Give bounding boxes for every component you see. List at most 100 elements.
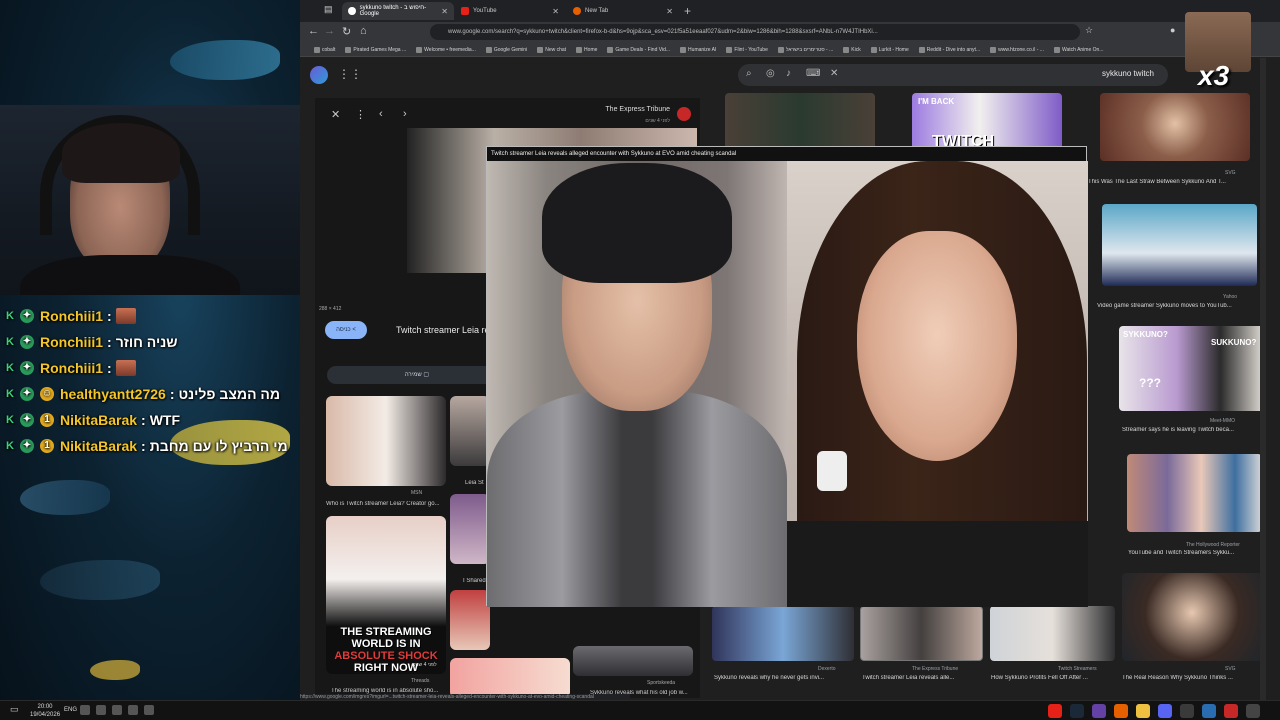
preview-title[interactable]: Twitch streamer Leia re xyxy=(396,325,490,335)
next-image-icon[interactable]: › xyxy=(403,108,407,120)
tab-new-tab[interactable]: New Tab ✕ xyxy=(567,2,679,20)
related-image[interactable] xyxy=(450,658,570,698)
account-avatar[interactable] xyxy=(310,66,328,84)
bookmark-item[interactable]: New chat xyxy=(537,43,566,56)
result-image[interactable] xyxy=(1122,573,1262,661)
related-image[interactable] xyxy=(573,646,693,676)
bookmark-item[interactable]: Google Gemini xyxy=(485,43,527,56)
result-caption[interactable]: This Was The Last Straw Between Sykkuno … xyxy=(1088,179,1263,185)
save-button[interactable]: שמירה ▢ xyxy=(327,366,507,384)
tab-bar: ▤ sykkuno twitch - חיפוש ב-Google ✕ YouT… xyxy=(300,0,1280,22)
clear-search-icon[interactable]: ✕ xyxy=(830,68,838,79)
result-image-selected[interactable] xyxy=(860,606,983,661)
result-image[interactable]: SYKKUNO? SUKKUNO? ??? xyxy=(1119,326,1264,411)
bookmark-item[interactable]: cobalt xyxy=(314,43,335,56)
bookmark-star-icon[interactable]: ☆ xyxy=(1085,25,1093,36)
tab-youtube[interactable]: YouTube ✕ xyxy=(455,2,565,20)
bookmark-item[interactable]: Lurkit - Home xyxy=(870,43,909,56)
back-icon[interactable]: ← xyxy=(308,25,319,37)
related-image[interactable] xyxy=(450,590,490,650)
chat-line: K ✦ ☺ healthyantt2726 : מה המצב פלינט xyxy=(4,381,300,407)
bookmark-item[interactable]: Watch Anime On... xyxy=(1053,43,1103,56)
result-image[interactable] xyxy=(712,606,854,661)
app-icon[interactable] xyxy=(1180,704,1194,718)
related-image[interactable] xyxy=(450,396,490,466)
reload-icon[interactable]: ↻ xyxy=(342,25,351,38)
chat-separator: : xyxy=(141,412,146,428)
result-image[interactable] xyxy=(1127,454,1262,532)
related-image[interactable]: THE STREAMING WORLD IS IN ABSOLUTE SHOCK… xyxy=(326,516,446,674)
close-tab-icon[interactable]: ✕ xyxy=(441,7,448,16)
notifications-icon[interactable]: ▭ xyxy=(10,704,19,715)
youtube-app-icon[interactable] xyxy=(1048,704,1062,718)
result-caption[interactable]: Video game streamer Sykkuno moves to You… xyxy=(1097,303,1262,309)
taskbar-clock[interactable]: 20:00 19/04/2026 xyxy=(30,703,60,719)
network-icon[interactable] xyxy=(80,705,90,715)
app-icon[interactable] xyxy=(1202,704,1216,718)
more-options-icon[interactable]: ⋮ xyxy=(355,108,366,121)
result-image[interactable] xyxy=(990,606,1115,661)
bookmark-item[interactable]: Flint - YouTube xyxy=(726,43,768,56)
search-box[interactable]: ⌕ ◎ ♪ ⌨ ✕ sykkuno twitch xyxy=(738,64,1168,86)
search-icon[interactable]: ⌕ xyxy=(746,68,752,79)
firefox-app-icon[interactable] xyxy=(1114,704,1128,718)
result-image[interactable] xyxy=(1100,93,1250,161)
address-bar[interactable]: www.google.com/search?q=sykkuno+twitch&c… xyxy=(430,24,1080,40)
steam-app-icon[interactable] xyxy=(1070,704,1084,718)
result-image[interactable] xyxy=(1102,204,1257,286)
tab-google-search[interactable]: sykkuno twitch - חיפוש ב-Google ✕ xyxy=(342,2,454,20)
result-source: Yahoo xyxy=(1223,294,1238,300)
bookmark-item[interactable]: Kick xyxy=(843,43,861,56)
twitch-app-icon[interactable] xyxy=(1092,704,1106,718)
language-indicator[interactable]: ENG xyxy=(64,707,77,713)
discord-app-icon[interactable] xyxy=(1158,704,1172,718)
page-scrollbar[interactable] xyxy=(1260,58,1266,700)
bookmark-item[interactable]: Humanize AI xyxy=(680,43,716,56)
result-caption[interactable]: Twitch streamer Leia reveals alle... xyxy=(862,675,982,681)
lens-icon[interactable]: ◎ xyxy=(766,68,775,79)
thumb-time: לפני 4 שנים xyxy=(412,662,437,668)
home-icon[interactable]: ⌂ xyxy=(360,25,367,37)
bookmark-item[interactable]: Welcome • freemedia... xyxy=(416,43,476,56)
bookmark-item[interactable]: www.htzone.co.il - ... xyxy=(990,43,1044,56)
bookmark-item[interactable]: Reddit - Dive into anyt... xyxy=(918,43,980,56)
mic-icon[interactable]: ♪ xyxy=(786,68,791,79)
chat-username: healthyantt2726 xyxy=(60,386,166,402)
app-icon[interactable] xyxy=(1246,704,1260,718)
close-preview-icon[interactable]: ✕ xyxy=(331,108,340,121)
bookmark-item[interactable]: סטרימרים בישראל - ... xyxy=(777,43,833,56)
microphone-icon xyxy=(817,451,847,491)
account-icon[interactable]: ● xyxy=(1170,25,1175,35)
prev-image-icon[interactable]: ‹ xyxy=(379,108,383,120)
screen: K ✦ Ronchiii1 : K ✦ Ronchiii1 : שניה חוז… xyxy=(0,0,1280,720)
battery-icon[interactable] xyxy=(128,705,138,715)
kick-badge-icon: K xyxy=(6,336,14,348)
chevron-up-icon[interactable] xyxy=(144,705,154,715)
result-caption[interactable]: YouTube and Twitch Streamers Sykku... xyxy=(1128,550,1268,556)
search-query[interactable]: sykkuno twitch xyxy=(1102,69,1154,78)
keyboard-icon[interactable]: ⌨ xyxy=(806,68,820,79)
obs-app-icon[interactable] xyxy=(1224,704,1238,718)
forward-icon[interactable]: → xyxy=(324,25,335,37)
related-image[interactable] xyxy=(326,396,446,486)
close-tab-icon[interactable]: ✕ xyxy=(666,7,673,16)
related-image[interactable] xyxy=(450,494,490,564)
volume-icon[interactable] xyxy=(112,705,122,715)
bookmark-item[interactable]: Home xyxy=(576,43,597,56)
wifi-icon[interactable] xyxy=(96,705,106,715)
result-caption[interactable]: Sykkuno reveals why he never gets invi..… xyxy=(714,675,854,681)
tab-list-icon[interactable]: ▤ xyxy=(324,4,333,15)
folder-app-icon[interactable] xyxy=(1136,704,1150,718)
new-tab-button[interactable]: + xyxy=(684,4,691,18)
sub-badge-icon: ✦ xyxy=(20,387,34,401)
close-tab-icon[interactable]: ✕ xyxy=(552,7,559,16)
preview-source[interactable]: The Express Tribune xyxy=(605,106,670,113)
related-caption[interactable]: Who is Twitch streamer Leia? Creator go.… xyxy=(326,501,446,507)
result-caption[interactable]: The Real Reason Why Sykkuno Thinks ... xyxy=(1122,675,1267,681)
result-caption[interactable]: Streamer says he is leaving Twitch beca.… xyxy=(1122,427,1267,433)
bookmark-item[interactable]: Game Deals - Find Vid... xyxy=(607,43,670,56)
visit-button[interactable]: כניסה < xyxy=(325,321,367,339)
google-apps-icon[interactable]: ⋮⋮ xyxy=(338,67,362,81)
bookmark-item[interactable]: Pirated Games Mega ... xyxy=(345,43,406,56)
result-caption[interactable]: How Sykkuno Profits Fell Off After ... xyxy=(991,675,1116,681)
